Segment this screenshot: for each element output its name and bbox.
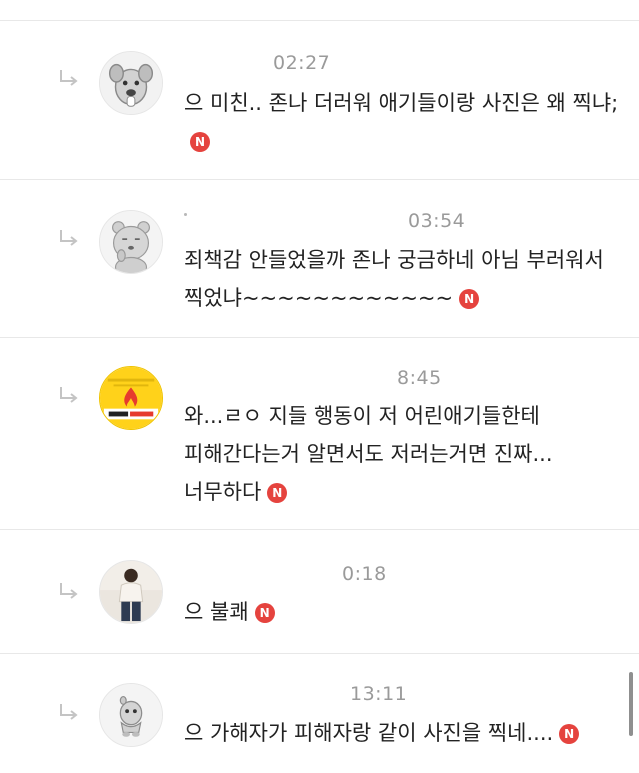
scrollbar[interactable] (629, 672, 633, 736)
new-badge: N (459, 289, 480, 309)
new-badge: N (190, 132, 210, 152)
person-photo-icon (100, 561, 162, 623)
new-badge: N (559, 724, 580, 744)
comment-body: 으 불쾌 (184, 600, 249, 624)
candle-logo-icon (100, 367, 162, 429)
avatar[interactable] (99, 683, 163, 747)
comment-body: 으 가해자가 피해자랑 같이 사진을 찍네.... (184, 721, 554, 745)
reply-arrow-icon (60, 387, 78, 403)
reply-comment: 0:18 으 불쾌 N (0, 530, 639, 654)
reply-comment: 02:27 으 미친.. 존나 더러워 애기들이랑 사진은 왜 찍냐; N (0, 21, 639, 180)
comment-text: 으 불쾌 N (184, 593, 624, 631)
comment-time: 0:18 (342, 563, 387, 585)
comment-body: 죄책감 안들었을까 존나 궁금하네 아님 부러워서 찍었냐~~~~~~~~~~~… (184, 248, 604, 310)
comment-time: 03:54 (408, 210, 466, 232)
bear-character-icon (100, 211, 162, 273)
comment-body: 와...ㄹㅇ 지들 행동이 저 어린애기들한테 피해간다는거 알면서도 저러는거… (184, 404, 553, 504)
comment-text: 으 미친.. 존나 더러워 애기들이랑 사진은 왜 찍냐; N (184, 84, 624, 160)
creature-character-icon (100, 684, 162, 746)
new-badge: N (267, 483, 288, 503)
reply-arrow-icon (60, 70, 78, 86)
comment-time: 02:27 (273, 52, 331, 74)
reply-arrow-icon (60, 704, 78, 720)
reply-comment: 03:54 죄책감 안들었을까 존나 궁금하네 아님 부러워서 찍었냐~~~~~… (0, 180, 639, 338)
reply-comment: 8:45 와...ㄹㅇ 지들 행동이 저 어린애기들한테 피해간다는거 알면서도… (0, 338, 639, 530)
reply-arrow-icon (60, 230, 78, 246)
new-badge: N (254, 603, 275, 623)
comment-thread: 02:27 으 미친.. 존나 더러워 애기들이랑 사진은 왜 찍냐; N 03:… (0, 0, 639, 773)
comment-time: 13:11 (350, 683, 408, 705)
comment-text: 으 가해자가 피해자랑 같이 사진을 찍네.... N (184, 714, 624, 752)
avatar[interactable] (99, 366, 163, 430)
reply-arrow-icon (60, 583, 78, 599)
comment-time: 8:45 (397, 367, 442, 389)
comment-body: 으 미친.. 존나 더러워 애기들이랑 사진은 왜 찍냐; (184, 91, 619, 115)
reply-comment: 13:11 으 가해자가 피해자랑 같이 사진을 찍네.... N (0, 654, 639, 773)
avatar[interactable] (99, 210, 163, 274)
comment-text: 죄책감 안들었을까 존나 궁금하네 아님 부러워서 찍었냐~~~~~~~~~~~… (184, 241, 624, 317)
comment-text: 와...ㄹㅇ 지들 행동이 저 어린애기들한테 피해간다는거 알면서도 저러는거… (184, 397, 624, 511)
author-name-fragment (184, 213, 187, 216)
avatar[interactable] (99, 51, 163, 115)
dog-character-icon (100, 52, 162, 114)
avatar[interactable] (99, 560, 163, 624)
